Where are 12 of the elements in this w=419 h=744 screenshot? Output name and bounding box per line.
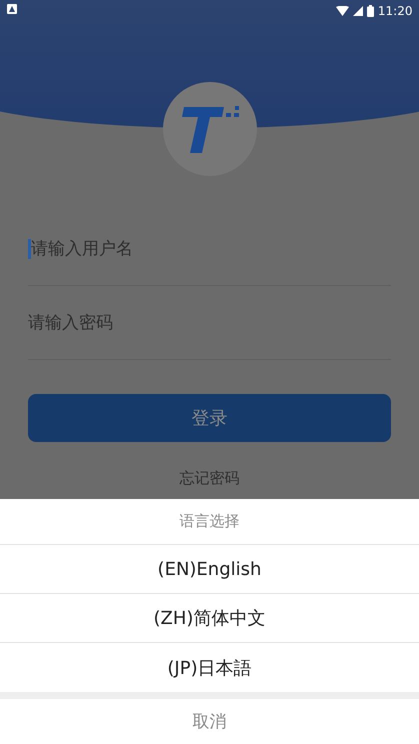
sheet-title: 语言选择 — [0, 499, 419, 545]
notification-icon — [6, 4, 16, 14]
text-field[interactable]: 请输入密码 — [25, 312, 391, 332]
cancel-button[interactable]: 取消 — [0, 699, 419, 744]
wifi-icon — [336, 6, 349, 16]
status-time: 11:20 — [378, 4, 412, 18]
language-option[interactable]: (ZH)简体中文 — [0, 594, 419, 643]
language-option[interactable]: (JP)日本語 — [0, 643, 419, 692]
battery-icon — [366, 5, 374, 17]
text-field[interactable]: 请输入用户名 — [28, 238, 391, 258]
signal-icon — [352, 6, 363, 16]
language-option[interactable]: (EN)English — [0, 545, 419, 594]
